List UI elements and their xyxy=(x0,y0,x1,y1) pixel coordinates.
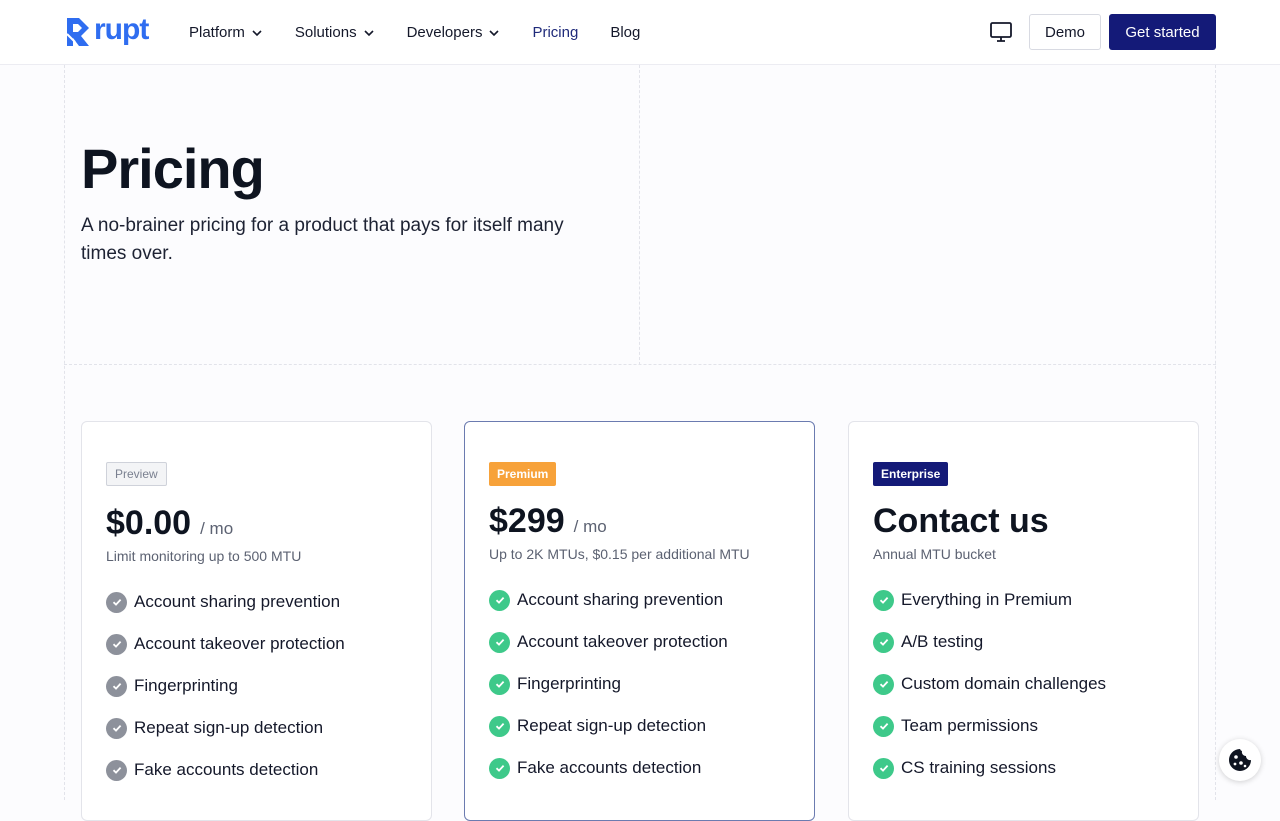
cookie-icon xyxy=(1229,749,1251,771)
plan-description: Up to 2K MTUs, $0.15 per additional MTU xyxy=(489,546,750,562)
brand-logo[interactable]: rupt xyxy=(65,13,149,48)
price-amount: $0.00 xyxy=(106,504,192,542)
plan-card-premium: Premium $299 / mo Up to 2K MTUs, $0.15 p… xyxy=(464,421,815,821)
nav-solutions[interactable]: Solutions xyxy=(295,24,375,41)
get-started-button[interactable]: Get started xyxy=(1109,14,1216,50)
chevron-down-icon xyxy=(489,29,500,36)
nav-platform[interactable]: Platform xyxy=(189,24,263,41)
plan-description: Limit monitoring up to 500 MTU xyxy=(106,548,302,564)
nav-developers[interactable]: Developers xyxy=(407,24,501,41)
feature-label: Account sharing prevention xyxy=(134,592,341,611)
cookie-settings-button[interactable] xyxy=(1219,739,1261,781)
plan-badge: Enterprise xyxy=(873,462,949,486)
plan-price: $0.00 / mo xyxy=(106,504,233,543)
monitor-icon[interactable] xyxy=(989,20,1013,44)
price-unit: / mo xyxy=(573,517,607,536)
plan-price: Contact us xyxy=(873,502,1049,541)
check-icon xyxy=(873,589,894,611)
check-icon xyxy=(106,633,127,655)
chevron-down-icon xyxy=(252,29,262,36)
feature-item: Account takeover protection xyxy=(489,621,728,663)
feature-item: Account takeover protection xyxy=(106,623,345,665)
feature-item: Team permissions xyxy=(873,705,1106,747)
grid-line xyxy=(64,364,1216,365)
plan-badge: Preview xyxy=(106,462,167,486)
feature-label: Everything in Premium xyxy=(901,590,1073,609)
price-amount: Contact us xyxy=(873,502,1049,540)
check-icon xyxy=(873,757,894,779)
check-icon xyxy=(873,715,894,737)
feature-label: Account sharing prevention xyxy=(517,590,724,609)
check-icon xyxy=(873,631,894,653)
nav-pricing-label: Pricing xyxy=(532,24,579,41)
price-amount: $299 xyxy=(489,502,565,540)
check-icon xyxy=(489,589,510,611)
feature-item: Fake accounts detection xyxy=(489,747,728,789)
plan-card-preview: Preview $0.00 / mo Limit monitoring up t… xyxy=(81,421,432,821)
check-icon xyxy=(489,757,510,779)
feature-item: Custom domain challenges xyxy=(873,663,1106,705)
feature-label: Fake accounts detection xyxy=(134,760,319,779)
check-icon xyxy=(873,673,894,695)
page-subtitle: A no-brainer pricing for a product that … xyxy=(81,215,564,264)
nav-pricing[interactable]: Pricing xyxy=(532,24,578,41)
check-icon xyxy=(489,631,510,653)
check-icon xyxy=(106,591,127,613)
feature-item: Everything in Premium xyxy=(873,579,1106,621)
grid-line xyxy=(1215,65,1216,800)
nav-developers-label: Developers xyxy=(406,24,483,41)
plan-badge: Premium xyxy=(489,462,557,486)
feature-label: CS training sessions xyxy=(901,758,1056,777)
feature-label: Custom domain challenges xyxy=(901,674,1107,693)
feature-label: Account takeover protection xyxy=(517,632,728,651)
feature-label: Repeat sign-up detection xyxy=(134,718,324,737)
brand-name: rupt xyxy=(94,13,149,46)
feature-item: CS training sessions xyxy=(873,747,1106,789)
main-nav: Platform Solutions Developers Pricing Bl… xyxy=(189,0,672,65)
page-title: Pricing xyxy=(81,137,265,200)
feature-item: Fingerprinting xyxy=(489,663,728,705)
site-header: rupt Platform Solutions Developers Prici… xyxy=(0,0,1280,65)
feature-label: A/B testing xyxy=(901,632,984,651)
feature-label: Fake accounts detection xyxy=(517,758,702,777)
feature-item: Repeat sign-up detection xyxy=(106,707,345,749)
grid-line xyxy=(639,65,640,365)
feature-label: Account takeover protection xyxy=(134,634,345,653)
plan-card-enterprise: Enterprise Contact us Annual MTU bucket … xyxy=(848,421,1199,821)
check-icon xyxy=(489,715,510,737)
feature-label: Repeat sign-up detection xyxy=(517,716,707,735)
feature-item: Account sharing prevention xyxy=(489,579,728,621)
feature-item: Fake accounts detection xyxy=(106,749,345,791)
rupt-logo-icon xyxy=(66,18,89,46)
nav-platform-label: Platform xyxy=(189,24,245,41)
feature-item: Fingerprinting xyxy=(106,665,345,707)
feature-list: Account sharing prevention Account takeo… xyxy=(106,581,345,791)
check-icon xyxy=(489,673,510,695)
demo-button[interactable]: Demo xyxy=(1029,14,1101,50)
check-icon xyxy=(106,759,127,781)
plan-description: Annual MTU bucket xyxy=(873,546,996,562)
feature-item: Repeat sign-up detection xyxy=(489,705,728,747)
feature-item: Account sharing prevention xyxy=(106,581,345,623)
price-unit: / mo xyxy=(200,519,234,538)
check-icon xyxy=(106,717,127,739)
nav-blog[interactable]: Blog xyxy=(610,24,640,41)
chevron-down-icon xyxy=(364,29,374,36)
feature-label: Team permissions xyxy=(901,716,1038,735)
nav-solutions-label: Solutions xyxy=(294,24,357,41)
feature-label: Fingerprinting xyxy=(517,674,621,693)
feature-list: Everything in Premium A/B testing Custom… xyxy=(873,579,1106,789)
feature-list: Account sharing prevention Account takeo… xyxy=(489,579,728,789)
grid-line xyxy=(64,65,65,800)
check-icon xyxy=(106,675,127,697)
nav-blog-label: Blog xyxy=(610,24,641,41)
plan-price: $299 / mo xyxy=(489,502,607,541)
feature-label: Fingerprinting xyxy=(134,676,238,695)
feature-item: A/B testing xyxy=(873,621,1106,663)
